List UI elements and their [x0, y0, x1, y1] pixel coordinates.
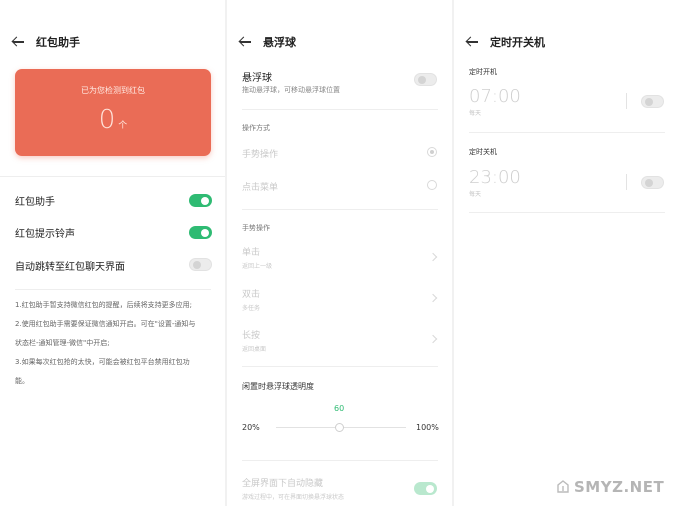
back-arrow-icon[interactable]	[466, 35, 480, 49]
section-power-off: 定时关机	[469, 148, 497, 156]
toggle-power-on[interactable]	[641, 95, 664, 108]
gesture-single-tap-label[interactable]: 单击	[242, 245, 260, 258]
setting-label-auto-jump: 自动跳转至红包聊天界面	[15, 262, 125, 273]
divider	[469, 132, 665, 133]
opacity-value: 60	[334, 404, 345, 413]
back-arrow-icon[interactable]	[239, 35, 253, 49]
power-on-time[interactable]: 07:00	[469, 86, 521, 107]
section-gesture-ops: 手势操作	[242, 224, 270, 232]
page-title: 红包助手	[36, 36, 80, 49]
gesture-double-tap-value: 多任务	[242, 305, 261, 312]
back-arrow-icon[interactable]	[12, 35, 26, 49]
red-packet-counter-card: 已为您检测到红包 0个	[15, 69, 211, 156]
count-value: 0	[98, 105, 116, 135]
divider	[242, 209, 438, 210]
auto-hide-label: 全屏界面下自动隐藏	[242, 479, 324, 489]
divider	[626, 93, 627, 109]
auto-hide-desc: 游戏过程中，可在界面切换悬浮球状态	[242, 494, 345, 501]
red-packet-assistant-screen: 红包助手 已为您检测到红包 0个 红包助手 红包提示铃声 自动跳转至红包聊天界面…	[0, 0, 225, 506]
opacity-label: 闲置时悬浮球透明度	[242, 382, 314, 391]
float-ball-desc: 拖动悬浮球，可移动悬浮球位置	[242, 86, 340, 94]
section-operation-mode: 操作方式	[242, 124, 270, 132]
note-line: 1.红包助手暂支持微信红包的提醒，后续将支持更多应用;	[15, 301, 193, 309]
setting-label-assistant: 红包助手	[15, 197, 55, 208]
page-title: 定时开关机	[490, 36, 545, 49]
count-unit: 个	[118, 121, 128, 131]
gesture-long-press-value: 返回桌面	[242, 346, 267, 353]
toggle-assistant[interactable]	[189, 194, 212, 207]
watermark-text: SMYZ.NET	[574, 478, 665, 496]
note-line: 3.如果每次红包抢的太快，可能会被红包平台禁用红包功	[15, 358, 190, 366]
gesture-double-tap-label[interactable]: 双击	[242, 287, 260, 300]
opacity-max: 100%	[416, 423, 439, 432]
divider	[242, 460, 438, 461]
page-title: 悬浮球	[263, 36, 296, 49]
note-line: 能。	[15, 377, 29, 385]
packet-count: 0个	[15, 105, 211, 135]
header: 红包助手	[12, 33, 80, 51]
mode-menu-radio[interactable]	[427, 180, 437, 190]
power-on-repeat: 每天	[469, 110, 482, 117]
setting-label-ringtone: 红包提示铃声	[15, 229, 75, 240]
divider	[469, 212, 665, 213]
gesture-long-press-label[interactable]: 长按	[242, 328, 260, 341]
section-power-on: 定时开机	[469, 68, 497, 76]
note-line: 状态栏-通知管理-微信"中开启;	[15, 339, 110, 347]
toggle-auto-hide[interactable]	[414, 482, 437, 495]
divider	[15, 289, 211, 290]
power-off-time[interactable]: 23:00	[469, 167, 521, 188]
opacity-slider-handle[interactable]	[335, 423, 344, 432]
power-off-repeat: 每天	[469, 191, 482, 198]
mode-gesture-radio[interactable]	[427, 147, 437, 157]
note-line: 2.使用红包助手需要保证微信通知开启。可在"设置-通知与	[15, 320, 196, 328]
mode-gesture-label: 手势操作	[242, 150, 279, 160]
divider	[626, 174, 627, 190]
opacity-min: 20%	[242, 423, 260, 432]
toggle-float-ball[interactable]	[414, 73, 437, 86]
divider	[0, 176, 225, 177]
toggle-power-off[interactable]	[641, 176, 664, 189]
gesture-single-tap-value: 返回上一级	[242, 263, 273, 270]
toggle-ringtone[interactable]	[189, 226, 212, 239]
toggle-auto-jump[interactable]	[189, 258, 212, 271]
header: 悬浮球	[239, 33, 296, 51]
mode-menu-label: 点击菜单	[242, 183, 279, 193]
header: 定时开关机	[466, 33, 545, 51]
usage-notes: 1.红包助手暂支持微信红包的提醒，后续将支持更多应用; 2.使用红包助手需要保证…	[15, 296, 215, 391]
divider	[242, 366, 438, 367]
watermark-logo-icon	[557, 480, 569, 493]
detected-label: 已为您检测到红包	[81, 86, 145, 95]
divider	[242, 109, 438, 110]
float-ball-label: 悬浮球	[242, 73, 272, 84]
